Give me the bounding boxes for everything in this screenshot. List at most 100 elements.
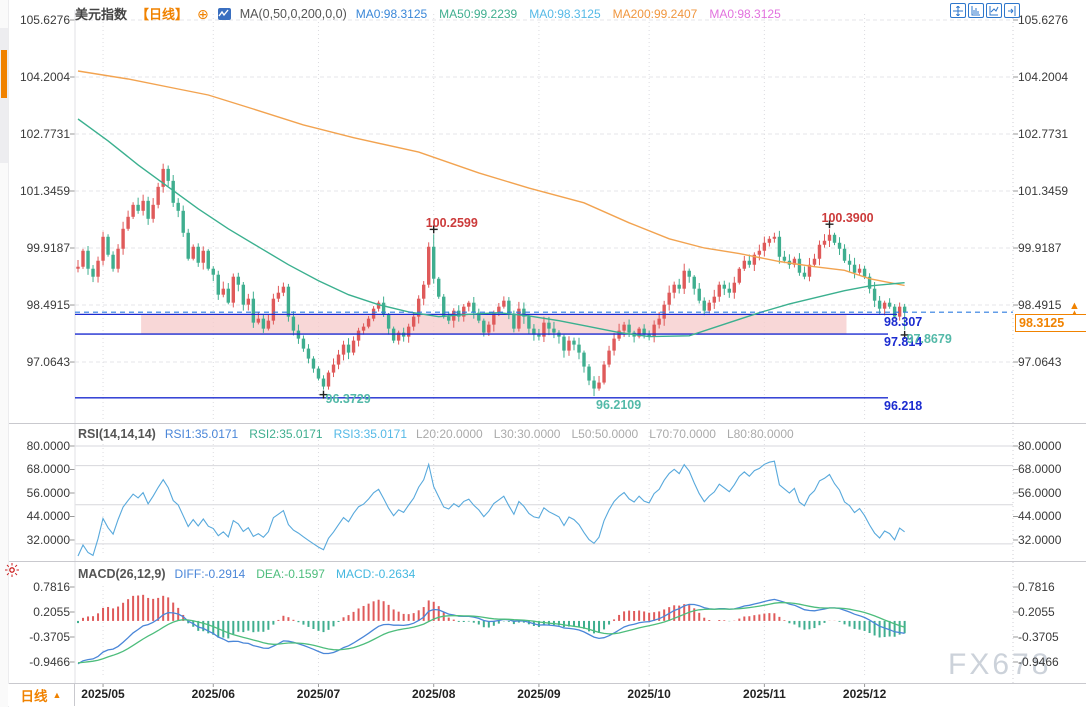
support-line-label: 98.307 [884, 316, 944, 329]
main-axis-label: 102.7731 [1018, 128, 1084, 141]
macd-axis-label: 0.7816 [1018, 581, 1084, 594]
pan-crosshair-icon[interactable] [950, 3, 966, 18]
macd-values-row: DIFF:-0.2914 DEA:-0.1597 MACD:-0.2634 [175, 567, 416, 581]
settings-sun-icon[interactable] [5, 563, 19, 580]
price-up-arrow-icon: ▲▲ [1069, 301, 1080, 318]
rsi-levels-row: L20:20.0000 L30:30.0000 L50:50.0000 L70:70.… [416, 427, 794, 441]
main-axis-label: 98.4915 [6, 299, 70, 312]
main-axis-label: 104.2004 [6, 71, 70, 84]
value-label: MA0:98.3125 [709, 7, 780, 21]
rsi-axis-label: 68.0000 [6, 463, 70, 476]
main-axis-label: 97.0643 [1018, 356, 1084, 369]
value-label: L20:20.0000 [416, 427, 483, 441]
left-scroll-rail [0, 0, 9, 707]
value-label: RSI1:35.0171 [165, 427, 238, 441]
macd-axis-label: 0.7816 [6, 581, 70, 594]
month-gridlines [103, 14, 865, 687]
month-label: 2025/06 [183, 687, 243, 701]
main-axis-label: 105.6276 [6, 14, 70, 27]
macd-title[interactable]: MACD(26,12,9) [78, 567, 166, 581]
panel-separator-main-rsi [0, 423, 1086, 424]
main-axis-label: 102.7731 [6, 128, 70, 141]
main-axis-label: 104.2004 [1018, 71, 1084, 84]
price-annotation: 96.3729 [326, 393, 396, 406]
timeframe-up-arrow-icon: ▲ [53, 690, 62, 700]
rsi-axis-label: 32.0000 [1018, 534, 1084, 547]
rsi-axis-label: 44.0000 [6, 510, 70, 523]
month-label: 2025/07 [289, 687, 349, 701]
value-label: MA0:98.3125 [356, 7, 427, 21]
timeframe-button-label: 日线 [21, 685, 48, 705]
value-label: MA200:99.2407 [613, 7, 698, 21]
main-gridlines [70, 20, 1018, 362]
macd-axis-label: -0.9466 [1018, 656, 1084, 669]
rsi-axis-label: 56.0000 [6, 487, 70, 500]
main-axis-label: 101.3459 [1018, 185, 1084, 198]
timeframe-button[interactable]: 日线 ▲ [8, 684, 75, 706]
macd-axis-label: 0.2055 [6, 606, 70, 619]
support-line-label: 96.218 [884, 400, 944, 413]
rsi-values-row: RSI1:35.0171 RSI2:35.0171 RSI3:35.0171 [165, 427, 407, 441]
value-label: MA0:98.3125 [529, 7, 600, 21]
timeframe-tag[interactable]: 【日线】 [136, 4, 188, 23]
value-label: MA50:99.2239 [439, 7, 517, 21]
month-label: 2025/10 [619, 687, 679, 701]
rsi-axis-label: 44.0000 [1018, 510, 1084, 523]
macd-dea-line [78, 603, 905, 663]
candlestick-chart[interactable] [0, 0, 1086, 707]
macd-axis-label: -0.9466 [6, 656, 70, 669]
x-axis-scale-icon[interactable] [986, 3, 1002, 18]
value-label: L70:70.0000 [649, 427, 716, 441]
xaxis-separator [0, 683, 1086, 684]
rsi-axis-label: 56.0000 [1018, 487, 1084, 500]
macd-axis-label: -0.3705 [1018, 631, 1084, 644]
indicator-chart-icon[interactable] [218, 8, 231, 20]
price-annotation: 96.2109 [596, 399, 666, 412]
price-annotation: 100.3900 [822, 212, 892, 225]
rsi-axis-label: 80.0000 [6, 440, 70, 453]
value-label: DIFF:-0.2914 [175, 567, 246, 581]
panel-separator-rsi-macd [0, 561, 1086, 562]
macd-axis-label: -0.3705 [6, 631, 70, 644]
macd-diff-line [78, 599, 905, 663]
main-axis-label: 101.3459 [6, 185, 70, 198]
main-axis-label: 97.0643 [6, 356, 70, 369]
month-label: 2025/11 [734, 687, 794, 701]
add-indicator-icon[interactable]: ⊕ [197, 8, 209, 20]
month-label: 2025/12 [835, 687, 895, 701]
value-label: L30:30.0000 [494, 427, 561, 441]
rsi-axis-label: 80.0000 [1018, 440, 1084, 453]
chart-toolbar [950, 3, 1020, 18]
price-annotation: 100.2599 [426, 217, 496, 230]
value-label: RSI2:35.0171 [249, 427, 322, 441]
symbol-title: 美元指数 [75, 4, 127, 23]
main-axis-label: 99.9187 [1018, 242, 1084, 255]
value-label: RSI3:35.0171 [334, 427, 407, 441]
rsi-title[interactable]: RSI(14,14,14) [78, 427, 156, 441]
rsi-gridlines [70, 446, 1018, 544]
price-annotation: 97.8679 [907, 333, 977, 346]
rsi-axis-label: 32.0000 [6, 534, 70, 547]
value-label: MACD:-0.2634 [336, 567, 415, 581]
rsi-axis-label: 68.0000 [1018, 463, 1084, 476]
rsi-header: RSI(14,14,14) RSI1:35.0171RSI2:35.0171RS… [78, 427, 794, 441]
value-label: DEA:-0.1597 [256, 567, 325, 581]
value-label: L50:50.0000 [571, 427, 638, 441]
month-label: 2025/05 [73, 687, 133, 701]
main-axis-label: 99.9187 [6, 242, 70, 255]
candles-layer [76, 164, 906, 396]
main-chart-header: 美元指数 【日线】 ⊕ MA(0,50,0,200,0,0) MA0:98.31… [75, 4, 781, 23]
main-axis-label: 105.6276 [1018, 14, 1084, 27]
y-axis-scale-icon[interactable] [968, 3, 984, 18]
macd-header: MACD(26,12,9) DIFF:-0.2914 DEA:-0.1597 MAC… [78, 567, 415, 581]
month-label: 2025/09 [509, 687, 569, 701]
collapse-right-icon[interactable] [1004, 3, 1020, 18]
month-label: 2025/08 [404, 687, 464, 701]
value-label: L80:80.0000 [727, 427, 794, 441]
rsi-line [78, 461, 905, 556]
scrollbar-thumb[interactable] [1, 50, 7, 98]
ma-formula-label[interactable]: MA(0,50,0,200,0,0) [240, 7, 347, 21]
macd-axis-label: 0.2055 [1018, 606, 1084, 619]
trading-chart-app: FX678 美元指数 【日线】 ⊕ MA(0,50,0,200,0,0) MA0… [0, 0, 1086, 707]
ma-values-row: MA0:98.3125 MA50:99.2239 MA0:98.3125 MA200:… [356, 7, 781, 21]
